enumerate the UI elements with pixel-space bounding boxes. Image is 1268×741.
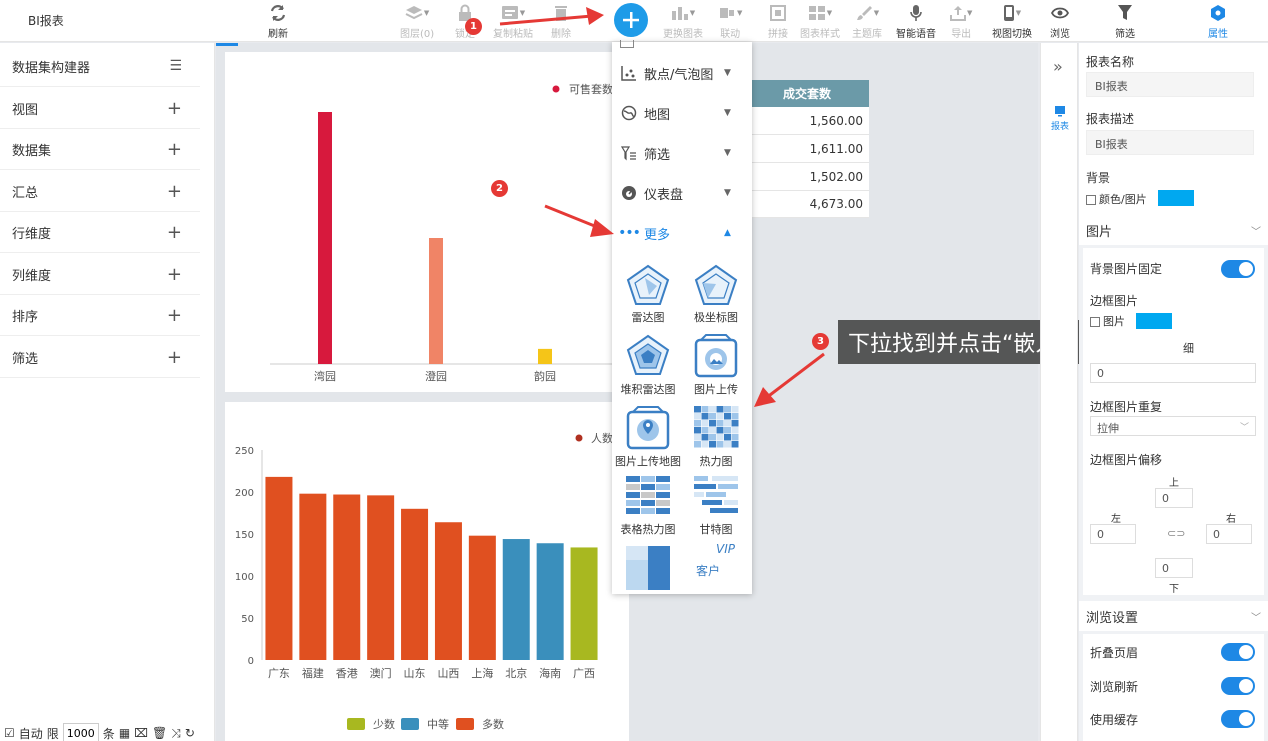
double-chevron-right-icon[interactable]: »	[1053, 57, 1063, 76]
bg-fixed-label: 背景图片固定	[1090, 262, 1163, 276]
border-color-swatch[interactable]	[1136, 313, 1172, 329]
report-desc-label: 报表描述	[1086, 112, 1135, 126]
use-cache-toggle[interactable]	[1221, 710, 1255, 728]
border-repeat-label: 边框图片重复	[1090, 400, 1163, 414]
step-badge-3: 3	[812, 333, 829, 350]
use-cache-label: 使用缓存	[1090, 713, 1139, 727]
fold-header-toggle[interactable]	[1221, 643, 1255, 661]
browse-refresh-label: 浏览刷新	[1090, 680, 1139, 694]
offset-bottom-input[interactable]: 0	[1155, 558, 1193, 578]
side-collapse-bar: » 报表	[1040, 43, 1078, 741]
border-image-option[interactable]: 图片	[1090, 313, 1125, 329]
border-width-input[interactable]: 0	[1090, 363, 1256, 383]
properties-panel: 报表名称 BI报表 报表描述 BI报表 背景 颜色/图片 图片 ﹀ 背景图片固定…	[1079, 43, 1268, 741]
browse-settings-header[interactable]: 浏览设置 ﹀	[1079, 601, 1268, 631]
image-settings-card: 背景图片固定 边框图片 图片 细 0 边框图片重复 拉伸 ﹀ 边框图片偏移 上 …	[1083, 248, 1264, 595]
border-image-checkbox[interactable]	[1090, 317, 1100, 327]
chevron-down-icon: ﹀	[1251, 612, 1261, 624]
step-badge-1: 1	[465, 18, 482, 35]
report-desc-input[interactable]: BI报表	[1086, 130, 1254, 155]
offset-left-input[interactable]: 0	[1090, 524, 1136, 544]
offset-right-input[interactable]: 0	[1206, 524, 1252, 544]
bi-report-editor: BI报表 刷新 ▼ 图层(0) 锁定 ▼ 复制粘贴 删除 ▼ 更换图表 ▼ 联动…	[0, 0, 1268, 741]
border-offset-label: 边框图片偏移	[1090, 453, 1163, 467]
report-name-label: 报表名称	[1086, 55, 1135, 69]
border-repeat-select[interactable]: 拉伸 ﹀	[1090, 416, 1256, 436]
report-name-input[interactable]: BI报表	[1086, 72, 1254, 97]
image-section-header[interactable]: 图片 ﹀	[1079, 215, 1268, 245]
browse-settings-card: 折叠页眉 浏览刷新 使用缓存	[1083, 634, 1264, 741]
fold-header-label: 折叠页眉	[1090, 646, 1139, 660]
bg-checkbox[interactable]	[1086, 195, 1096, 205]
chevron-down-icon: ﹀	[1239, 423, 1249, 433]
report-tab[interactable]: 报表	[1041, 105, 1079, 132]
background-option[interactable]: 颜色/图片	[1086, 191, 1147, 207]
monitor-icon	[1055, 106, 1065, 117]
chevron-down-icon: ﹀	[1251, 226, 1261, 238]
border-image-label: 边框图片	[1090, 294, 1139, 308]
background-label: 背景	[1086, 171, 1111, 185]
border-width-label: 细	[1183, 342, 1194, 355]
link-icon[interactable]: ⊂⊃	[1167, 527, 1185, 540]
background-color-swatch[interactable]	[1158, 190, 1194, 206]
step-badge-2: 2	[491, 180, 508, 197]
offset-top-input[interactable]: 0	[1155, 488, 1193, 508]
browse-refresh-toggle[interactable]	[1221, 677, 1255, 695]
bg-fixed-toggle[interactable]	[1221, 260, 1255, 278]
